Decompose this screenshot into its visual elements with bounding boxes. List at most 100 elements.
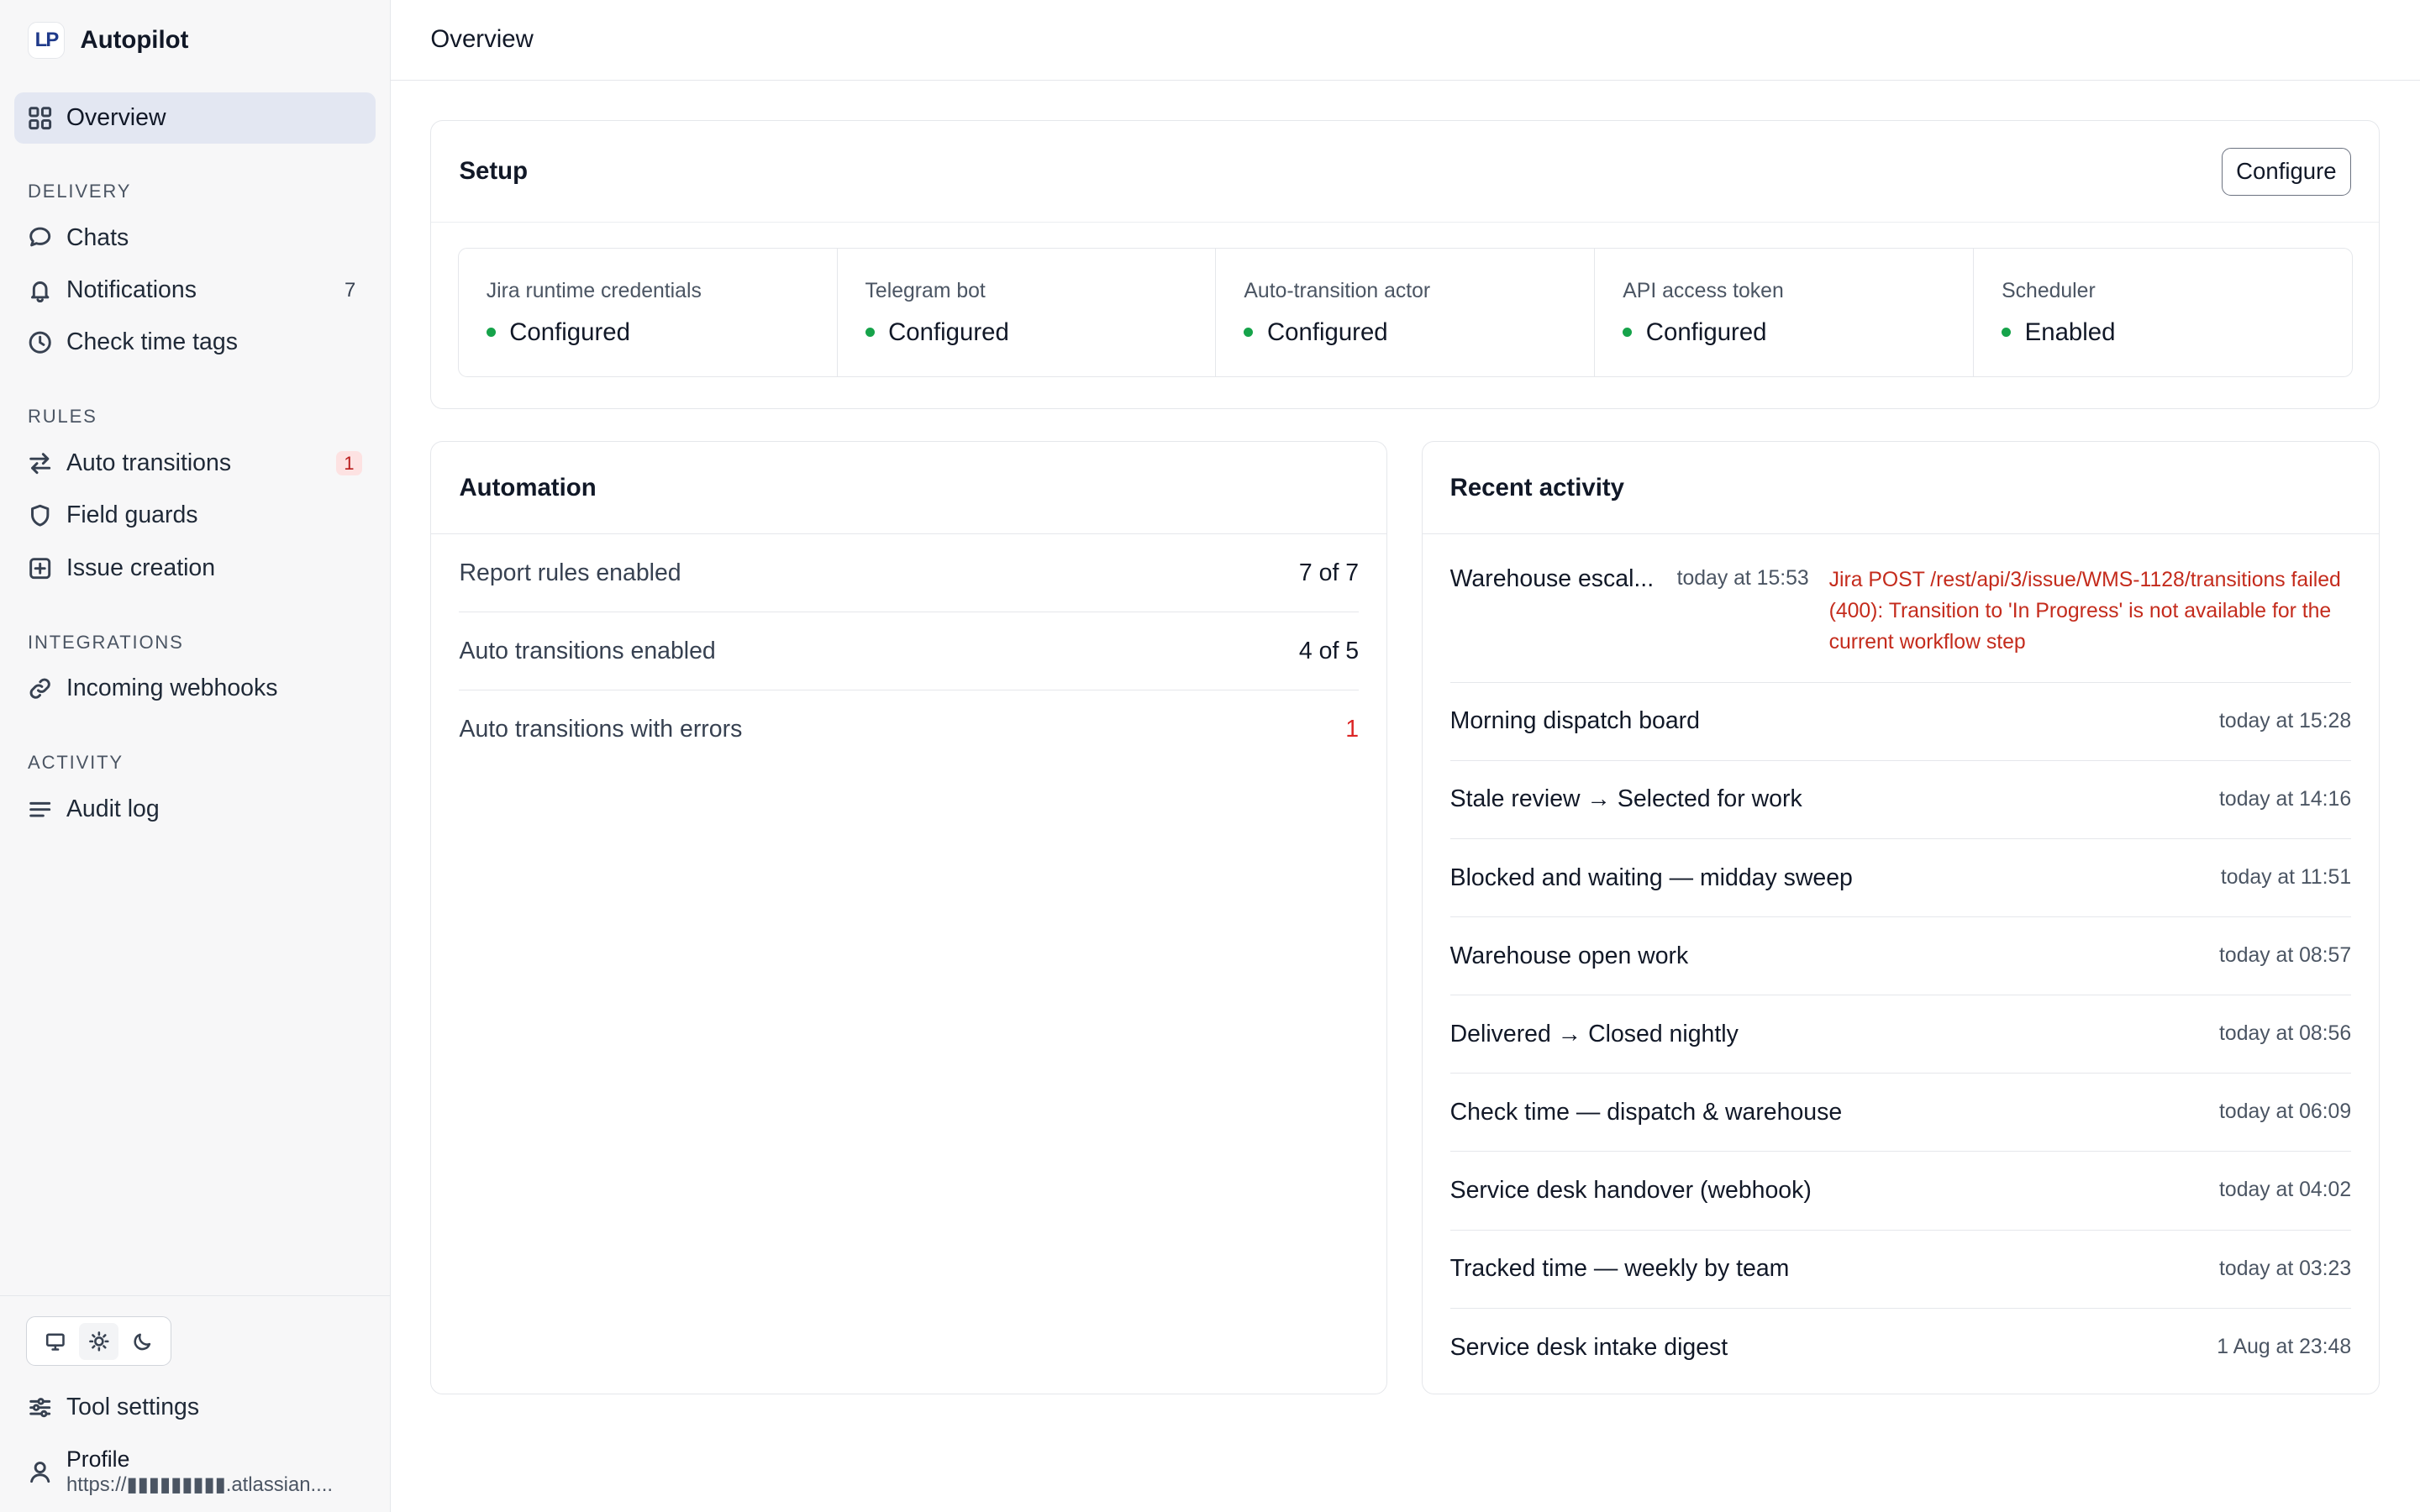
grid-icon [28,106,52,130]
sidebar-item-field-guards[interactable]: Field guards [0,490,390,542]
arrows-swap-icon [28,451,52,475]
clock-icon [28,330,52,354]
app-name: Autopilot [80,25,189,54]
configure-button[interactable]: Configure [2221,147,2352,196]
activity-row[interactable]: Service desk handover (webhook) today at… [1449,1152,2352,1231]
activity-row[interactable]: Blocked and waiting — midday sweep today… [1449,839,2352,918]
automation-card: Automation Report rules enabled 7 of 7 A… [430,441,1388,1395]
notifications-count: 7 [345,278,356,302]
profile-url: https://▮▮▮▮▮▮▮▮▮.atlassian.... [66,1473,334,1496]
activity-name: Stale review → Selected for work [1449,785,1802,813]
theme-light-button[interactable] [78,1322,119,1360]
page-header: Overview [390,0,2420,81]
activity-name: Warehouse escal... [1449,565,1655,593]
shield-icon [28,503,52,528]
status-label: Scheduler [2002,279,2096,302]
status-label: API access token [1623,279,1784,302]
activity-row[interactable]: Morning dispatch board today at 15:28 [1449,683,2352,761]
status-jira-credentials: Jira runtime credentials Configured [459,248,838,377]
sidebar-item-notifications[interactable]: Notifications 7 [0,264,390,316]
error-count-badge: 1 [336,450,362,476]
status-value: Enabled [2024,318,2116,346]
theme-system-button[interactable] [35,1323,76,1360]
status-dot [1244,328,1254,338]
automation-title: Automation [459,473,597,501]
monitor-icon [45,1333,65,1351]
recent-activity-card: Recent activity Warehouse escal... today… [1421,441,2381,1395]
activity-name: Warehouse open work [1449,942,1689,969]
main-content: Overview Setup Configure Jira runtime cr… [390,0,2420,1512]
theme-dark-button[interactable] [123,1323,163,1360]
sidebar-item-tool-settings[interactable]: Tool settings [0,1381,390,1433]
plus-square-icon [28,556,52,580]
list-icon [28,797,52,822]
app-logo: LP [28,21,66,59]
activity-time: today at 06:09 [2219,1100,2352,1124]
status-telegram-bot: Telegram bot Configured [838,248,1217,377]
sidebar-item-label: Chats [66,223,129,251]
sidebar-item-label: Auto transitions [66,449,232,477]
activity-time: today at 03:23 [2219,1257,2352,1280]
sidebar-item-label: Check time tags [66,328,238,356]
setup-status-grid: Jira runtime credentials Configured Tele… [457,247,2353,378]
activity-row[interactable]: Tracked time — weekly by team today at 0… [1449,1231,2352,1309]
activity-row[interactable]: Check time — dispatch & warehouse today … [1449,1074,2352,1152]
chat-bubble-icon [28,225,52,249]
automation-row: Report rules enabled 7 of 7 [459,534,1360,613]
status-auto-transition-actor: Auto-transition actor Configured [1216,248,1596,377]
activity-time: today at 14:16 [2219,787,2352,811]
profile-menu[interactable]: Profile https://▮▮▮▮▮▮▮▮▮.atlassian.... [0,1434,390,1512]
automation-row-value: 7 of 7 [1298,559,1360,586]
sidebar-item-overview[interactable]: Overview [13,92,376,144]
activity-name: Check time — dispatch & warehouse [1449,1098,1843,1126]
activity-row[interactable]: Service desk intake digest 1 Aug at 23:4… [1450,1309,2351,1387]
activity-time: today at 11:51 [2220,866,2352,890]
sun-icon [88,1331,109,1352]
status-dot [865,328,875,338]
link-icon [28,676,52,701]
activity-time: today at 15:28 [2219,709,2352,732]
sidebar-item-label: Notifications [66,276,197,304]
section-label-activity: ACTIVITY [28,752,124,774]
activity-row-error[interactable]: Warehouse escal... today at 15:53 Jira P… [1449,534,2352,683]
sliders-icon [28,1395,52,1420]
activity-time: today at 15:53 [1676,567,1809,591]
activity-error-message: Jira POST /rest/api/3/issue/WMS-1128/tra… [1828,569,2341,654]
sidebar-item-chats[interactable]: Chats [0,212,390,264]
sidebar-item-label: Tool settings [66,1394,200,1421]
sidebar-item-issue-creation[interactable]: Issue creation [0,542,390,594]
automation-row: Auto transitions with errors 1 [459,690,1359,769]
activity-title: Recent activity [1449,473,1624,501]
activity-header: Recent activity [1422,442,2380,535]
activity-row[interactable]: Delivered → Closed nightly today at 08:5… [1449,995,2352,1074]
moon-icon [134,1333,150,1351]
activity-name: Service desk intake digest [1449,1333,1728,1361]
sidebar-item-label: Overview [66,103,166,131]
activity-time: today at 08:56 [2219,1022,2352,1046]
status-label: Auto-transition actor [1244,279,1431,302]
sidebar-item-incoming-webhooks[interactable]: Incoming webhooks [0,663,390,715]
activity-name: Morning dispatch board [1449,707,1700,735]
status-api-access-token: API access token Configured [1595,248,1975,377]
automation-row-label: Report rules enabled [459,559,681,586]
activity-row[interactable]: Stale review → Selected for work today a… [1449,761,2352,839]
user-icon [28,1459,52,1483]
status-value: Configured [509,318,630,346]
section-label-integrations: INTEGRATIONS [28,631,184,653]
activity-name: Service desk handover (webhook) [1449,1176,1812,1204]
status-value: Configured [1645,318,1767,346]
brand[interactable]: LP Autopilot [0,0,390,81]
automation-header: Automation [431,442,1387,535]
sidebar-item-check-time-tags[interactable]: Check time tags [0,317,390,369]
activity-name: Blocked and waiting — midday sweep [1449,864,1853,891]
activity-row[interactable]: Warehouse open work today at 08:57 [1449,917,2352,996]
sidebar-footer: Tool settings Profile https://▮▮▮▮▮▮▮▮▮.… [0,1295,390,1511]
setup-card: Setup Configure Jira runtime credentials… [430,120,2381,409]
sidebar-item-audit-log[interactable]: Audit log [0,783,390,835]
status-value: Configured [888,318,1009,346]
status-scheduler: Scheduler Enabled [1974,249,2352,376]
sidebar-item-auto-transitions[interactable]: Auto transitions 1 [0,437,390,489]
page-title: Overview [430,25,534,54]
sidebar-item-label: Incoming webhooks [66,675,278,702]
automation-row-value: 4 of 5 [1298,637,1360,664]
